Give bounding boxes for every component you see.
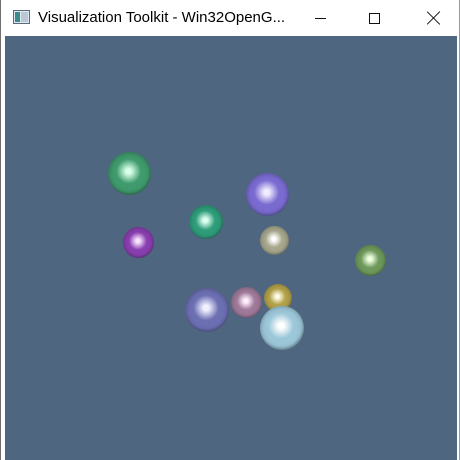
minimize-button[interactable]: [297, 0, 343, 36]
sphere[interactable]: [246, 173, 289, 216]
icon-pane-right: [21, 12, 28, 22]
sphere[interactable]: [108, 152, 151, 195]
sphere[interactable]: [355, 245, 386, 276]
sphere[interactable]: [189, 205, 223, 239]
maximize-button[interactable]: [351, 0, 397, 36]
sphere[interactable]: [185, 288, 229, 332]
sphere[interactable]: [260, 306, 304, 350]
sphere[interactable]: [123, 227, 154, 258]
sphere[interactable]: [260, 226, 289, 255]
icon-pane-left: [15, 12, 20, 22]
maximize-icon: [368, 12, 380, 24]
close-button[interactable]: [411, 0, 457, 36]
render-viewport[interactable]: [5, 36, 457, 460]
vtk-window-icon[interactable]: [13, 10, 30, 24]
sphere[interactable]: [231, 287, 262, 318]
window-title: Visualization Toolkit - Win32OpenG...: [38, 9, 286, 26]
close-icon: [427, 11, 441, 25]
title-bar[interactable]: Visualization Toolkit - Win32OpenG...: [1, 0, 459, 36]
vtk-render-window: Visualization Toolkit - Win32OpenG...: [0, 0, 460, 460]
minimize-icon: [314, 17, 326, 19]
